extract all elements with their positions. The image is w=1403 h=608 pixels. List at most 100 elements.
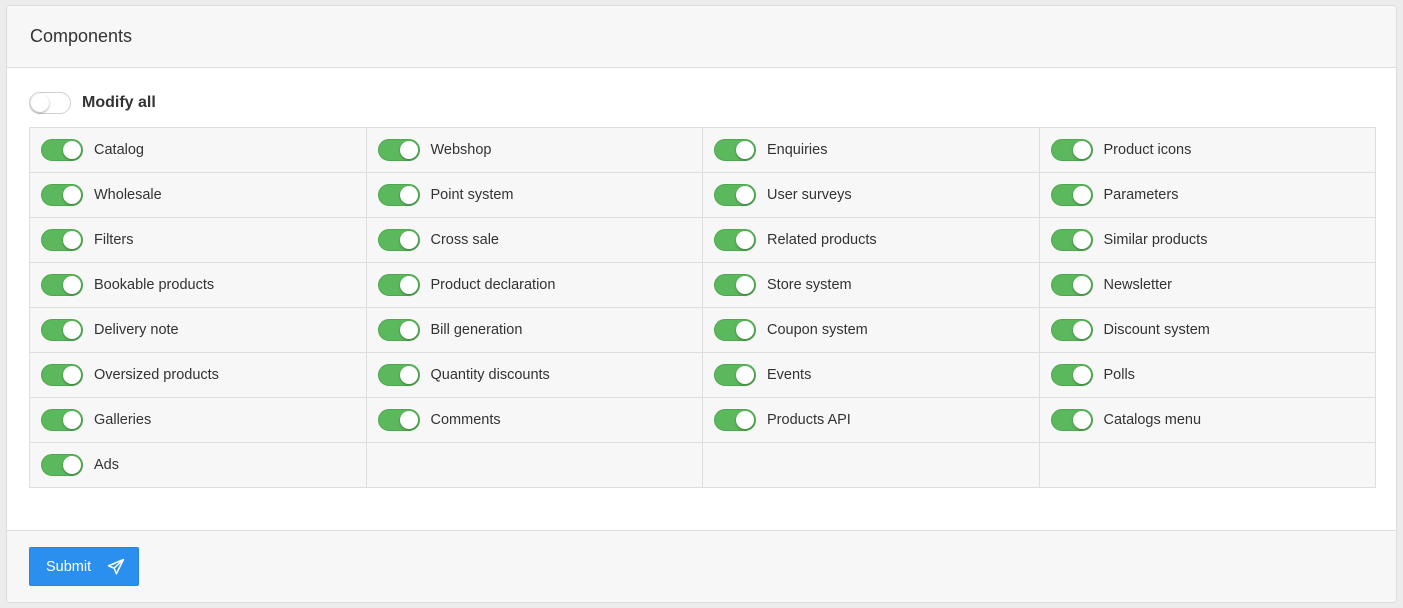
component-item: Discount system	[1039, 308, 1376, 353]
component-label: Bookable products	[94, 277, 215, 293]
component-label: Polls	[1103, 367, 1135, 383]
component-item: Webshop	[366, 128, 703, 173]
component-toggle[interactable]	[41, 139, 83, 161]
toggle-knob	[399, 321, 418, 339]
toggle-knob	[736, 411, 754, 429]
component-label: Similar products	[1103, 232, 1208, 248]
component-label: Oversized products	[94, 367, 219, 383]
component-label: Delivery note	[94, 322, 179, 338]
toggle-knob	[1072, 276, 1091, 294]
toggle-knob	[736, 186, 754, 204]
component-toggle[interactable]	[377, 364, 420, 386]
component-toggle[interactable]	[714, 274, 756, 296]
component-toggle[interactable]	[714, 364, 756, 386]
component-toggle[interactable]	[1050, 319, 1093, 341]
component-label: Related products	[767, 232, 877, 248]
component-toggle[interactable]	[1050, 139, 1093, 161]
component-toggle[interactable]	[714, 184, 756, 206]
component-label: Filters	[94, 232, 134, 248]
modify-all-toggle[interactable]	[29, 91, 71, 114]
component-item: Newsletter	[1039, 263, 1376, 308]
component-toggle[interactable]	[41, 454, 83, 476]
toggle-knob	[1072, 186, 1091, 204]
component-item: Ads	[30, 443, 367, 488]
component-label: User surveys	[767, 187, 852, 203]
component-toggle[interactable]	[377, 274, 420, 296]
component-item: Related products	[703, 218, 1040, 263]
component-item: Bill generation	[366, 308, 703, 353]
toggle-knob	[399, 276, 418, 294]
components-grid: Catalog Webshop Enquiries Product icons Whol…	[29, 127, 1376, 488]
component-item: Catalogs menu	[1039, 398, 1376, 443]
component-toggle[interactable]	[714, 139, 756, 161]
toggle-knob	[63, 141, 81, 159]
toggle-knob	[736, 231, 754, 249]
component-toggle[interactable]	[1050, 184, 1093, 206]
paper-plane-icon	[107, 558, 125, 576]
component-label: Comments	[430, 412, 501, 428]
empty-cell	[703, 443, 1040, 488]
component-toggle[interactable]	[41, 409, 83, 431]
component-item: Catalog	[30, 128, 367, 173]
toggle-knob	[736, 366, 754, 384]
component-toggle[interactable]	[714, 229, 756, 251]
component-toggle[interactable]	[377, 229, 420, 251]
component-item: Coupon system	[703, 308, 1040, 353]
component-label: Products API	[767, 412, 851, 428]
component-toggle[interactable]	[1050, 274, 1093, 296]
component-item: Quantity discounts	[366, 353, 703, 398]
panel-footer: Submit	[7, 530, 1396, 602]
toggle-knob	[399, 366, 418, 384]
component-label: Product icons	[1103, 142, 1192, 158]
component-item: Delivery note	[30, 308, 367, 353]
toggle-knob	[1072, 141, 1091, 159]
component-label: Webshop	[430, 142, 492, 158]
component-toggle[interactable]	[41, 364, 83, 386]
toggle-knob	[63, 231, 81, 249]
component-toggle[interactable]	[377, 139, 420, 161]
component-item: User surveys	[703, 173, 1040, 218]
component-item: Wholesale	[30, 173, 367, 218]
component-toggle[interactable]	[1050, 229, 1093, 251]
component-label: Store system	[767, 277, 852, 293]
component-item: Products API	[703, 398, 1040, 443]
component-label: Catalog	[94, 142, 144, 158]
component-toggle[interactable]	[714, 409, 756, 431]
component-toggle[interactable]	[1050, 364, 1093, 386]
toggle-knob	[736, 276, 754, 294]
component-toggle[interactable]	[377, 184, 420, 206]
component-toggle[interactable]	[714, 319, 756, 341]
toggle-knob	[63, 456, 81, 474]
toggle-knob	[63, 366, 81, 384]
component-toggle[interactable]	[41, 229, 83, 251]
component-label: Parameters	[1103, 187, 1179, 203]
toggle-knob	[63, 321, 81, 339]
component-item: Filters	[30, 218, 367, 263]
component-label: Discount system	[1103, 322, 1210, 338]
component-item: Product icons	[1039, 128, 1376, 173]
component-label: Events	[767, 367, 812, 383]
component-item: Product declaration	[366, 263, 703, 308]
component-label: Ads	[94, 457, 119, 473]
component-toggle[interactable]	[377, 409, 420, 431]
component-label: Newsletter	[1103, 277, 1173, 293]
component-item: Polls	[1039, 353, 1376, 398]
component-toggle[interactable]	[41, 319, 83, 341]
component-item: Bookable products	[30, 263, 367, 308]
component-item: Enquiries	[703, 128, 1040, 173]
component-item: Store system	[703, 263, 1040, 308]
component-label: Galleries	[94, 412, 152, 428]
component-item: Oversized products	[30, 353, 367, 398]
component-toggle[interactable]	[41, 274, 83, 296]
component-toggle[interactable]	[41, 184, 83, 206]
component-item: Similar products	[1039, 218, 1376, 263]
component-toggle[interactable]	[377, 319, 420, 341]
toggle-knob	[399, 231, 418, 249]
component-item: Events	[703, 353, 1040, 398]
toggle-knob	[63, 411, 81, 429]
component-label: Product declaration	[430, 277, 556, 293]
panel-header: Components	[7, 6, 1396, 68]
toggle-knob	[736, 321, 754, 339]
submit-button[interactable]: Submit	[29, 547, 139, 586]
component-toggle[interactable]	[1050, 409, 1093, 431]
